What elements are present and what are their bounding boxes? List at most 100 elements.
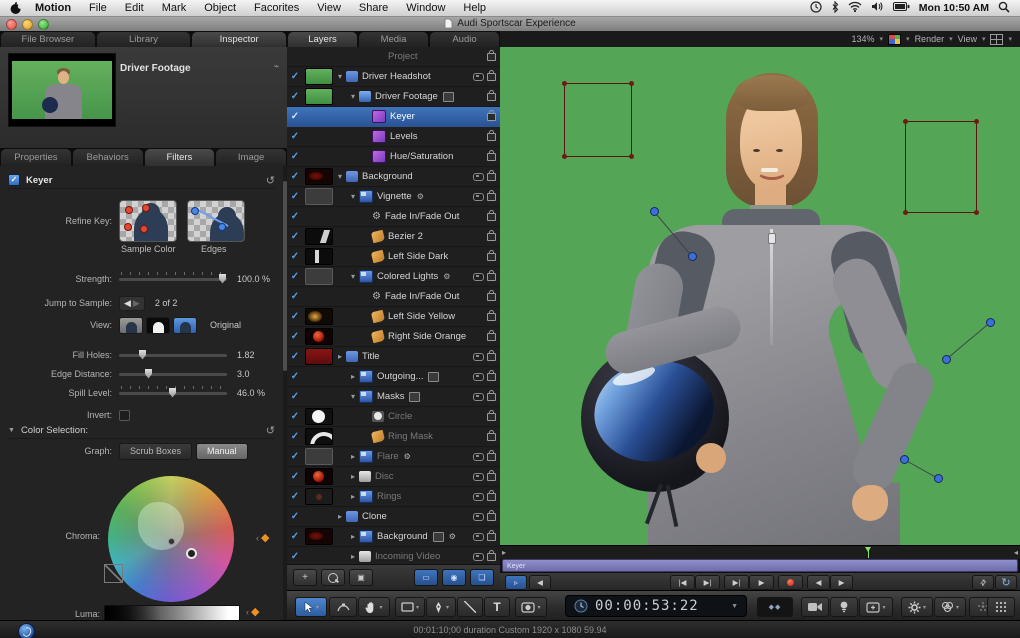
- scrub-boxes-button[interactable]: Scrub Boxes: [119, 443, 192, 460]
- disclosure-triangle[interactable]: ▸: [348, 532, 358, 541]
- layer-name[interactable]: Levels: [390, 131, 417, 142]
- tab-behaviors[interactable]: Behaviors: [73, 149, 143, 166]
- layer-row-rings[interactable]: ✓▸Rings: [287, 487, 500, 507]
- layer-name[interactable]: Driver Headshot: [362, 71, 431, 82]
- chroma-wheel[interactable]: [108, 476, 234, 602]
- lock-icon[interactable]: [487, 353, 496, 361]
- layer-row-left-side-dark[interactable]: ✓Left Side Dark: [287, 247, 500, 267]
- layer-name[interactable]: Flare: [377, 451, 399, 462]
- layer-row-hue-saturation[interactable]: ✓Hue/Saturation: [287, 147, 500, 167]
- disclosure-triangle[interactable]: ▾: [348, 272, 358, 281]
- lock-icon[interactable]: [487, 333, 496, 341]
- tab-layers[interactable]: Layers: [288, 32, 357, 47]
- layer-row-bezier-2[interactable]: ✓Bezier 2: [287, 227, 500, 247]
- layer-row-driver-footage[interactable]: ✓▾Driver Footage: [287, 87, 500, 107]
- visibility-checkbox[interactable]: ✓: [287, 191, 303, 202]
- step-back-button[interactable]: ◀: [807, 575, 830, 590]
- layer-name[interactable]: Title: [362, 351, 380, 362]
- layer-name[interactable]: Fade In/Fade Out: [385, 291, 459, 302]
- lock-icon[interactable]: [487, 193, 496, 201]
- disclosure-triangle[interactable]: ▸: [348, 452, 358, 461]
- disclosure-triangle[interactable]: ▸: [335, 352, 345, 361]
- minimize-window-button[interactable]: [22, 19, 33, 30]
- gear-icon[interactable]: ⚙: [443, 272, 450, 281]
- lock-icon[interactable]: [487, 53, 496, 61]
- visibility-checkbox[interactable]: ✓: [287, 411, 303, 422]
- menu-window[interactable]: Window: [397, 2, 454, 14]
- replicator-button[interactable]: [987, 597, 1015, 617]
- loop-button[interactable]: ↻: [995, 575, 1017, 590]
- disclosure-triangle[interactable]: ▾: [335, 172, 345, 181]
- adjust-tool[interactable]: [329, 597, 357, 617]
- lock-icon[interactable]: [487, 373, 496, 381]
- zoom-level[interactable]: 134%: [852, 34, 875, 44]
- play-button[interactable]: ▶: [749, 575, 774, 590]
- layer-name[interactable]: Keyer: [390, 111, 415, 122]
- lock-icon[interactable]: [487, 473, 496, 481]
- gear-icon[interactable]: ⚙: [449, 532, 456, 541]
- edge-pin[interactable]: [986, 318, 995, 327]
- chroma-selection-region[interactable]: [138, 502, 184, 550]
- layer-name[interactable]: Left Side Yellow: [388, 311, 455, 322]
- layer-name[interactable]: Circle: [388, 411, 412, 422]
- view-matte-button[interactable]: [146, 317, 170, 334]
- reset-icon[interactable]: ↺: [266, 174, 275, 187]
- lock-icon[interactable]: [487, 233, 496, 241]
- visibility-checkbox[interactable]: ✓: [287, 91, 303, 102]
- menu-clock[interactable]: Mon 10:50 AM: [919, 2, 989, 14]
- layer-name[interactable]: Rings: [377, 491, 401, 502]
- lock-icon[interactable]: [487, 533, 496, 541]
- layer-name[interactable]: Left Side Dark: [388, 251, 448, 262]
- visibility-checkbox[interactable]: ✓: [287, 71, 303, 82]
- disclosure-triangle[interactable]: ▾: [348, 192, 358, 201]
- record-button[interactable]: [778, 575, 803, 590]
- disclosure-triangle[interactable]: ▸: [348, 552, 358, 561]
- spotlight-icon[interactable]: [998, 1, 1010, 16]
- play-range-button[interactable]: ▹: [505, 575, 527, 590]
- layer-row-background[interactable]: ✓▾Background: [287, 167, 500, 187]
- visibility-checkbox[interactable]: ✓: [287, 451, 303, 462]
- lock-icon[interactable]: [487, 73, 496, 81]
- preview-thumbnail[interactable]: [8, 53, 116, 127]
- tab-inspector[interactable]: Inspector: [192, 32, 286, 47]
- lock-icon[interactable]: [487, 153, 496, 161]
- layer-row-colored-lights[interactable]: ✓▾Colored Lights⚙: [287, 267, 500, 287]
- tab-image[interactable]: Image: [216, 149, 286, 166]
- frame-back-button[interactable]: ◀: [529, 575, 551, 590]
- tab-properties[interactable]: Properties: [1, 149, 71, 166]
- layer-row-left-side-yellow[interactable]: ✓ Left Side Yellow: [287, 307, 500, 327]
- invert-checkbox[interactable]: [119, 410, 130, 421]
- layer-name[interactable]: Vignette: [377, 191, 412, 202]
- disclosure-triangle[interactable]: ▸: [348, 372, 358, 381]
- visibility-checkbox[interactable]: ✓: [287, 271, 303, 282]
- edges-button[interactable]: [187, 200, 245, 242]
- menu-facorites[interactable]: Facorites: [245, 2, 308, 14]
- fill-holes-slider[interactable]: [119, 354, 227, 357]
- layer-row-masks[interactable]: ✓▾Masks: [287, 387, 500, 407]
- preview-options-icon[interactable]: ⌁: [274, 61, 279, 72]
- filter-button[interactable]: ▾: [934, 597, 966, 617]
- visibility-checkbox[interactable]: ✓: [287, 371, 303, 382]
- visibility-checkbox[interactable]: ✓: [287, 211, 303, 222]
- visibility-checkbox[interactable]: ✓: [287, 531, 303, 542]
- play-from-start-button[interactable]: ▶|: [724, 575, 749, 590]
- opacity-toggle[interactable]: ◉: [442, 569, 466, 586]
- timecode-value[interactable]: 00:00:53:22: [595, 598, 699, 614]
- window-title-bar[interactable]: Audi Sportscar Experience: [0, 16, 1020, 32]
- lock-icon[interactable]: [487, 393, 496, 401]
- close-window-button[interactable]: [6, 19, 17, 30]
- luma-gradient[interactable]: [104, 605, 240, 620]
- timecode-dropdown-icon[interactable]: ▼: [731, 603, 738, 610]
- edge-pin[interactable]: [900, 455, 909, 464]
- layer-row-background[interactable]: ✓▸Background⚙: [287, 527, 500, 547]
- monitor-toggle[interactable]: ▭: [414, 569, 438, 586]
- timeline-scrubber[interactable]: ▸ ◂: [500, 545, 1020, 559]
- view-original-button[interactable]: [173, 317, 197, 334]
- light-button[interactable]: [830, 597, 858, 617]
- disclosure-triangle[interactable]: ▾: [348, 392, 358, 401]
- render-menu[interactable]: Render: [915, 34, 945, 44]
- mini-timeline-bar[interactable]: Keyer: [502, 559, 1018, 572]
- menu-edit[interactable]: Edit: [116, 2, 153, 14]
- visibility-checkbox[interactable]: ✓: [287, 311, 303, 322]
- layer-row-flare[interactable]: ✓▸Flare⚙: [287, 447, 500, 467]
